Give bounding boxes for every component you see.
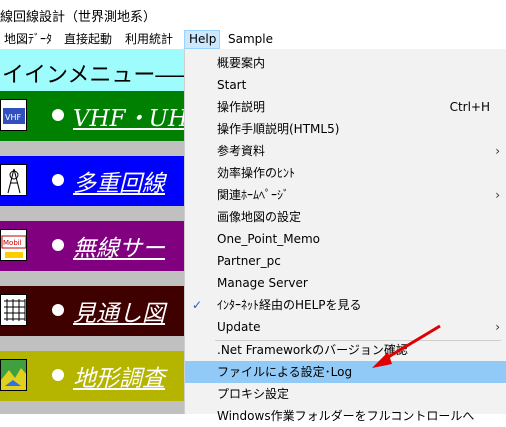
annotation-arrow-icon: [372, 324, 441, 368]
